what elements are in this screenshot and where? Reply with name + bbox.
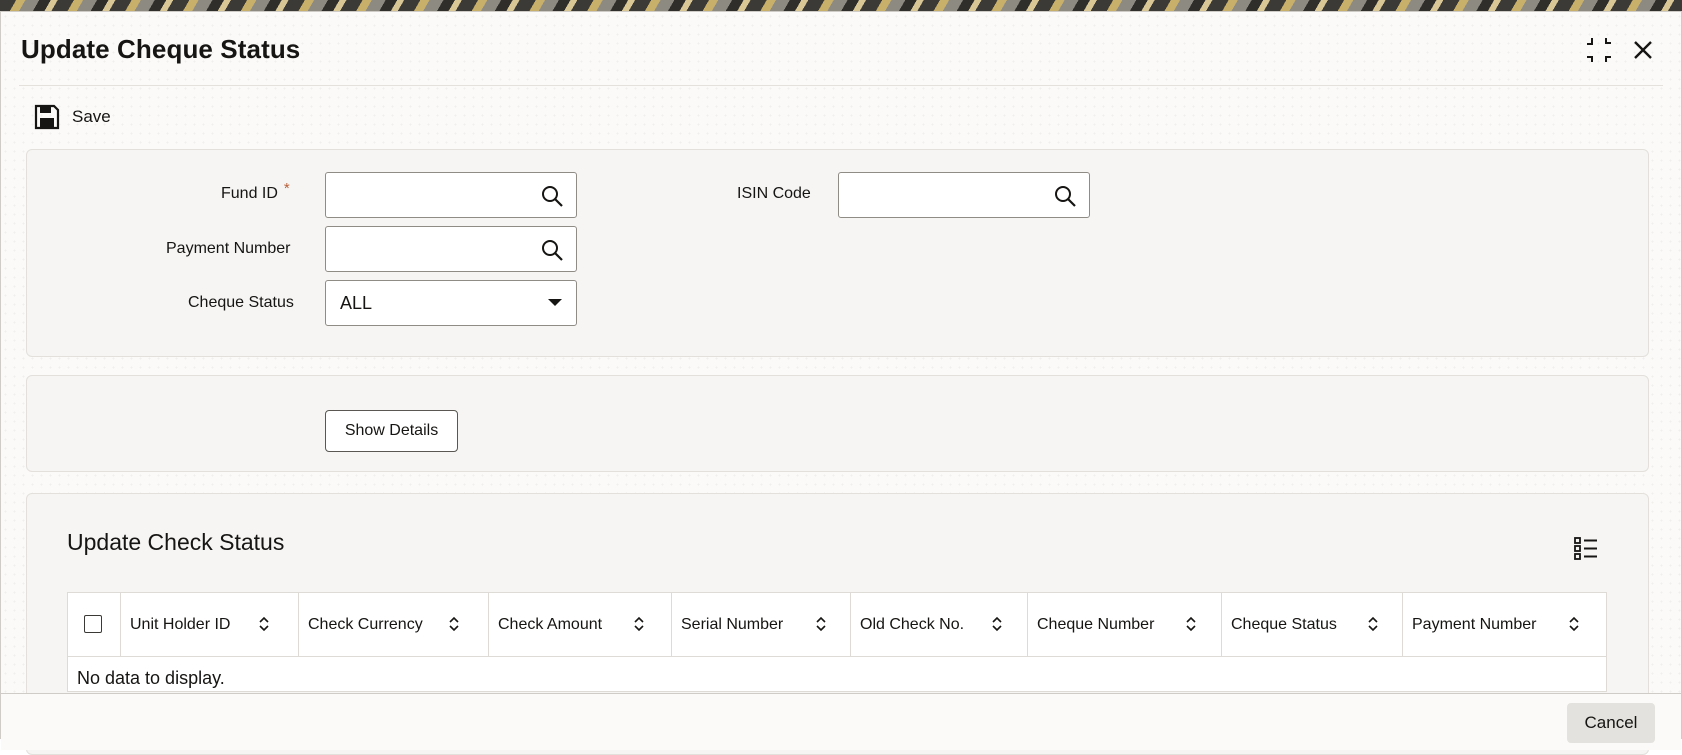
- payment-number-label: Payment Number: [166, 240, 291, 257]
- column-header-label: Payment Number: [1412, 615, 1537, 633]
- results-table: Unit Holder ID Check Currency Check Amou…: [67, 592, 1607, 692]
- fund-id-label-text: Fund ID: [221, 185, 278, 202]
- sort-icon[interactable]: [1185, 615, 1197, 633]
- fund-id-field[interactable]: [325, 172, 577, 218]
- column-header[interactable]: Payment Number: [1403, 593, 1607, 656]
- column-header[interactable]: Unit Holder ID: [121, 593, 299, 656]
- cheque-status-label: Cheque Status: [188, 294, 294, 311]
- save-button[interactable]: Save: [34, 102, 111, 132]
- select-all-checkbox[interactable]: [84, 615, 102, 633]
- background-banner: [0, 0, 1682, 11]
- column-header-label: Cheque Number: [1037, 615, 1155, 633]
- save-icon: [34, 104, 60, 130]
- payment-number-field[interactable]: [325, 226, 577, 272]
- column-header-label: Check Amount: [498, 615, 603, 633]
- search-icon[interactable]: [540, 238, 564, 262]
- save-label: Save: [72, 107, 111, 126]
- show-details-button[interactable]: Show Details: [325, 410, 458, 452]
- table-header: Unit Holder ID Check Currency Check Amou…: [68, 593, 1606, 657]
- sort-icon[interactable]: [633, 615, 645, 633]
- page-title: Update Cheque Status: [21, 34, 301, 64]
- search-icon[interactable]: [1053, 184, 1077, 208]
- sort-icon[interactable]: [815, 615, 827, 633]
- cancel-button[interactable]: Cancel: [1567, 703, 1655, 743]
- action-panel: [26, 375, 1649, 472]
- sort-icon[interactable]: [991, 615, 1003, 633]
- column-header[interactable]: Cheque Status: [1222, 593, 1403, 656]
- cheque-status-select[interactable]: ALL: [325, 280, 577, 326]
- column-header[interactable]: Serial Number: [672, 593, 851, 656]
- list-icon[interactable]: [1573, 535, 1599, 561]
- column-header-label: Old Check No.: [860, 615, 965, 633]
- isin-code-label: ISIN Code: [737, 185, 811, 202]
- sort-icon[interactable]: [448, 615, 460, 633]
- close-icon[interactable]: [1627, 34, 1659, 66]
- column-header[interactable]: Check Amount: [489, 593, 672, 656]
- column-header[interactable]: Check Currency: [299, 593, 489, 656]
- cheque-status-value: ALL: [340, 293, 373, 313]
- required-indicator: *: [283, 180, 290, 197]
- column-header-label: Unit Holder ID: [130, 615, 231, 633]
- column-header[interactable]: Old Check No.: [851, 593, 1028, 656]
- sort-icon[interactable]: [1367, 615, 1379, 633]
- isin-code-field[interactable]: [838, 172, 1090, 218]
- sort-icon[interactable]: [1568, 615, 1580, 633]
- column-header-label: Cheque Status: [1231, 615, 1337, 633]
- chevron-down-icon: [548, 299, 562, 306]
- search-icon[interactable]: [540, 184, 564, 208]
- sort-icon[interactable]: [258, 615, 270, 633]
- maximize-icon[interactable]: [1583, 34, 1615, 66]
- select-all-cell: [68, 593, 121, 656]
- fund-id-label: Fund ID *: [221, 180, 290, 203]
- section-title: Update Check Status: [67, 529, 285, 555]
- empty-message: No data to display.: [77, 668, 225, 688]
- dialog-footer: Cancel: [1, 693, 1681, 750]
- dialog-window: Update Cheque Status Save Fund ID * Payme…: [0, 11, 1682, 755]
- column-header-label: Check Currency: [308, 615, 423, 633]
- header-divider: [19, 85, 1663, 86]
- column-header-label: Serial Number: [681, 615, 784, 633]
- column-header[interactable]: Cheque Number: [1028, 593, 1222, 656]
